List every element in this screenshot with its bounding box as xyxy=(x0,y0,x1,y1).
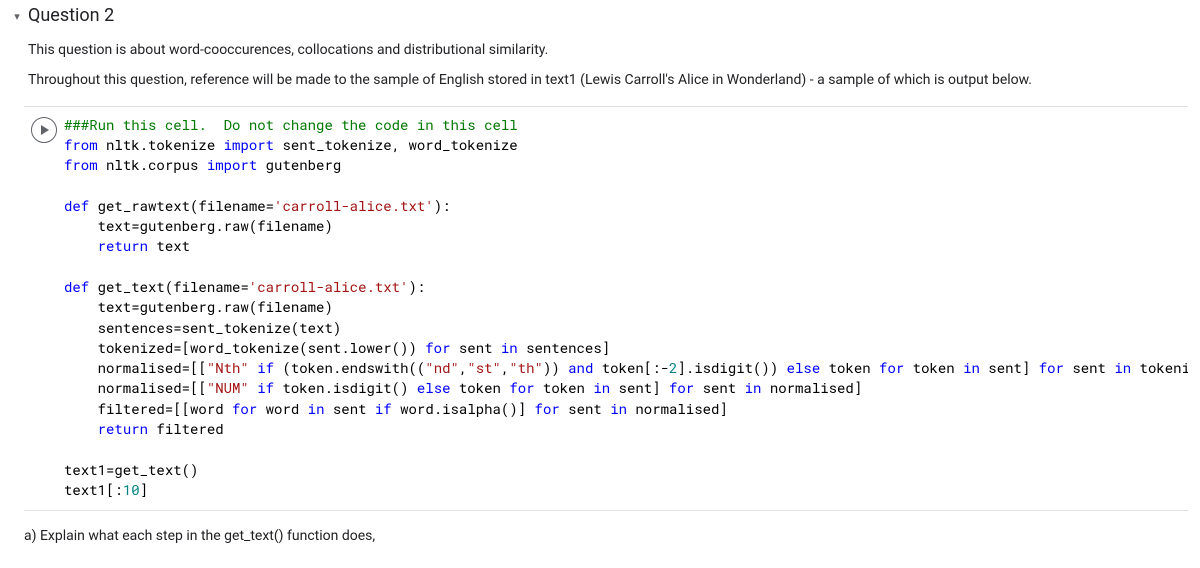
code-token: normalised=[[ xyxy=(64,358,207,377)
code-token: sent xyxy=(1064,358,1114,377)
code-token: and xyxy=(568,358,593,377)
chevron-down-icon: ▾ xyxy=(14,8,20,26)
code-token: sent_tokenize, word_tokenize xyxy=(274,135,518,154)
code-token: token xyxy=(820,358,879,377)
code-token: if xyxy=(375,399,392,418)
code-token: tokenized=[word_tokenize(sent.lower()) xyxy=(64,338,425,357)
code-token: "st" xyxy=(467,358,501,377)
code-token: text=gutenberg.raw(filename) xyxy=(64,297,333,316)
code-token: )) xyxy=(543,358,568,377)
code-token: if xyxy=(257,358,274,377)
code-token: text1=get_text() xyxy=(64,460,198,479)
code-token: sent xyxy=(450,338,500,357)
code-token: "Nth" xyxy=(207,358,249,377)
subquestion-a: a) Explain what each step in the get_tex… xyxy=(12,511,1188,547)
code-token: 10 xyxy=(123,480,140,499)
code-token: get_rawtext(filename= xyxy=(89,196,274,215)
code-token: for xyxy=(1039,358,1064,377)
section-header: ▾ Question 2 xyxy=(12,0,1188,35)
code-token: ] xyxy=(140,480,148,499)
code-token: 'carroll-alice.txt' xyxy=(249,277,409,296)
code-token: if xyxy=(257,378,274,397)
code-token: normalised] xyxy=(761,378,862,397)
code-token: 'carroll-alice.txt' xyxy=(274,196,434,215)
code-token: tokenized] xyxy=(1131,358,1188,377)
code-token: in xyxy=(501,338,518,357)
code-token: def xyxy=(64,277,89,296)
code-token: gutenberg xyxy=(257,155,341,174)
code-token: def xyxy=(64,196,89,215)
code-token: ###Run this cell. xyxy=(64,115,207,134)
code-token: in xyxy=(963,358,980,377)
code-token: import xyxy=(207,155,257,174)
code-token: for xyxy=(509,378,534,397)
code-token: return xyxy=(98,236,148,255)
code-token: sent] xyxy=(610,378,669,397)
code-token: else xyxy=(787,358,821,377)
play-icon xyxy=(40,125,50,135)
run-gutter xyxy=(24,115,64,501)
code-token xyxy=(249,378,257,397)
code-token: in xyxy=(593,378,610,397)
code-token: filtered xyxy=(148,419,224,438)
code-token: "nd" xyxy=(425,358,459,377)
code-token: token[:- xyxy=(593,358,669,377)
code-token: word.isalpha()] xyxy=(392,399,535,418)
code-token: normalised=[[ xyxy=(64,378,207,397)
code-token: for xyxy=(232,399,257,418)
code-cell[interactable]: ###Run this cell. Do not change the code… xyxy=(24,106,1188,512)
question-title: Question 2 xyxy=(28,2,114,31)
code-token: for xyxy=(669,378,694,397)
code-token: ].isdigit()) xyxy=(677,358,786,377)
code-token: "NUM" xyxy=(207,378,249,397)
code-token xyxy=(64,419,98,438)
code-token: (token.endswith(( xyxy=(274,358,425,377)
intro-paragraph-2: Throughout this question, reference will… xyxy=(12,69,1188,91)
code-token xyxy=(64,236,98,255)
code-token: normalised] xyxy=(627,399,728,418)
code-token: filtered=[[word xyxy=(64,399,232,418)
code-token: text xyxy=(148,236,190,255)
intro-paragraph-1: This question is about word-cooccurences… xyxy=(12,39,1188,61)
code-token: get_text(filename= xyxy=(89,277,249,296)
code-token: sent xyxy=(694,378,744,397)
code-token: sentences] xyxy=(518,338,610,357)
code-token: nltk.tokenize xyxy=(98,135,224,154)
code-token: token.isdigit() xyxy=(274,378,417,397)
code-token: ): xyxy=(434,196,451,215)
code-token: for xyxy=(425,338,450,357)
notebook-container: ▾ Question 2 This question is about word… xyxy=(0,0,1200,560)
code-token xyxy=(249,358,257,377)
code-token: from xyxy=(64,155,98,174)
code-token: in xyxy=(745,378,762,397)
code-token: return xyxy=(98,419,148,438)
code-token: token xyxy=(451,378,510,397)
code-token: text=gutenberg.raw(filename) xyxy=(64,216,333,235)
code-token: token xyxy=(535,378,594,397)
code-token: from xyxy=(64,135,98,154)
code-token: sent] xyxy=(980,358,1039,377)
code-editor[interactable]: ###Run this cell. Do not change the code… xyxy=(64,115,1188,501)
code-token: for xyxy=(879,358,904,377)
code-token: sentences=sent_tokenize(text) xyxy=(64,318,341,337)
code-token: "th" xyxy=(509,358,543,377)
code-token: sent xyxy=(560,399,610,418)
run-button[interactable] xyxy=(31,117,57,143)
code-token: Do not change the code in this cell xyxy=(207,115,518,134)
collapse-toggle[interactable]: ▾ xyxy=(12,9,22,23)
code-token: in xyxy=(1114,358,1131,377)
code-token: token xyxy=(904,358,963,377)
code-token: sent xyxy=(324,399,374,418)
code-token: else xyxy=(417,378,451,397)
code-token: import xyxy=(224,135,274,154)
code-token: for xyxy=(535,399,560,418)
code-token: nltk.corpus xyxy=(98,155,207,174)
code-token: text1[: xyxy=(64,480,123,499)
code-token: word xyxy=(257,399,307,418)
code-token: in xyxy=(610,399,627,418)
code-token: ): xyxy=(409,277,426,296)
code-token: in xyxy=(308,399,325,418)
